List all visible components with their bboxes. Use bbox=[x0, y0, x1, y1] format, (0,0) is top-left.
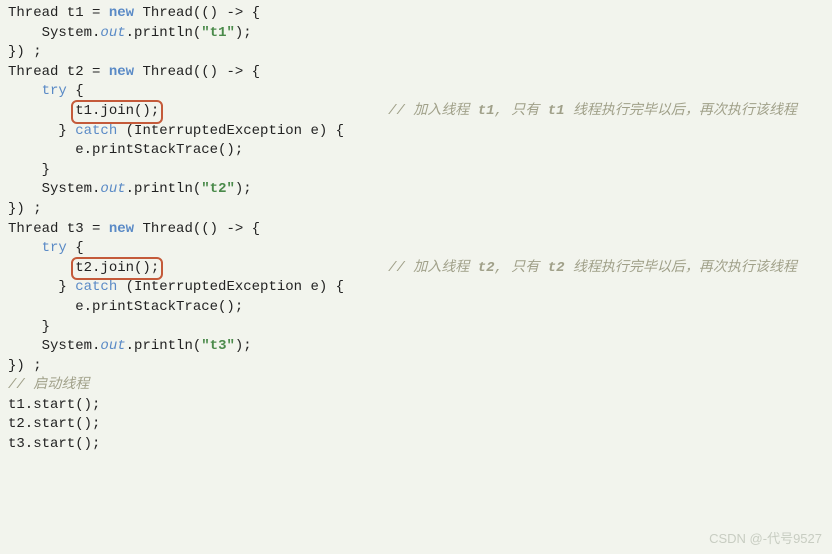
code-line: Thread t2 = new Thread(() -> { bbox=[8, 63, 824, 83]
code-line: t1.start(); bbox=[8, 396, 824, 416]
code-line: t1.join(); // 加入线程 t1, 只有 t1 线程执行完毕以后，再次… bbox=[8, 102, 824, 122]
code-line: } bbox=[8, 161, 824, 181]
code-line: try { bbox=[8, 239, 824, 259]
highlight-t1-join: t1.join(); bbox=[71, 100, 163, 124]
code-block: Thread t1 = new Thread(() -> { System.ou… bbox=[0, 0, 832, 459]
code-line: System.out.println("t2"); bbox=[8, 180, 824, 200]
code-line: e.printStackTrace(); bbox=[8, 298, 824, 318]
code-line: t2.start(); bbox=[8, 415, 824, 435]
watermark-text: CSDN @-代号9527 bbox=[709, 530, 822, 548]
highlight-t2-join: t2.join(); bbox=[71, 257, 163, 281]
code-line: t2.join(); // 加入线程 t2, 只有 t2 线程执行完毕以后，再次… bbox=[8, 259, 824, 279]
code-line: } bbox=[8, 318, 824, 338]
code-line: t3.start(); bbox=[8, 435, 824, 455]
code-line: // 启动线程 bbox=[8, 376, 824, 396]
code-line: Thread t3 = new Thread(() -> { bbox=[8, 220, 824, 240]
code-line: Thread t1 = new Thread(() -> { bbox=[8, 4, 824, 24]
code-line: } catch (InterruptedException e) { bbox=[8, 122, 824, 142]
code-line: e.printStackTrace(); bbox=[8, 141, 824, 161]
code-line: }) ; bbox=[8, 43, 824, 63]
code-line: }) ; bbox=[8, 200, 824, 220]
code-line: System.out.println("t3"); bbox=[8, 337, 824, 357]
code-line: System.out.println("t1"); bbox=[8, 24, 824, 44]
code-line: }) ; bbox=[8, 357, 824, 377]
code-line: } catch (InterruptedException e) { bbox=[8, 278, 824, 298]
